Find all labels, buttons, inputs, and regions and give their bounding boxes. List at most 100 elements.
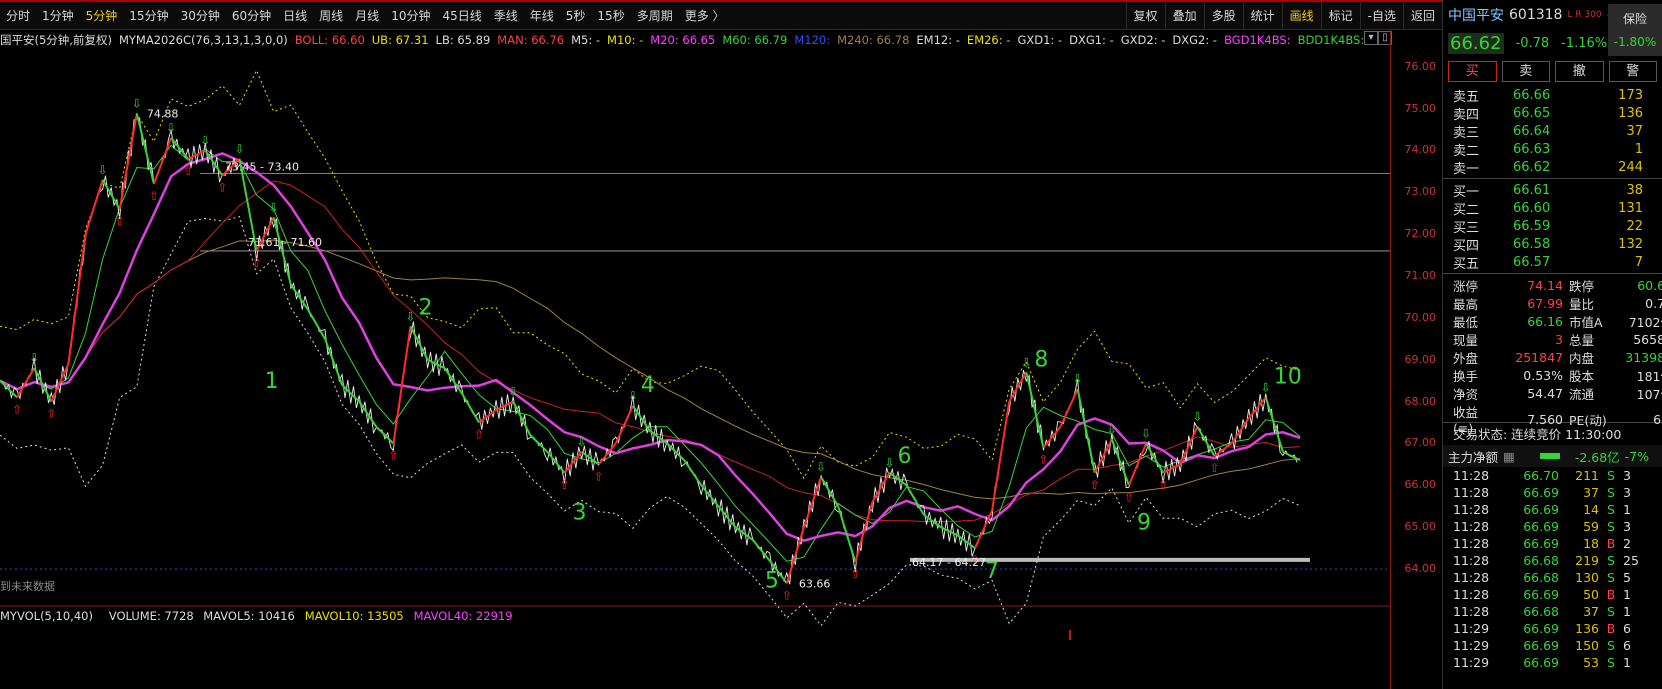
stock-tag: L R 300 — [1567, 10, 1602, 20]
sell-signal-icon: ⇩ — [166, 121, 176, 135]
tool-button[interactable]: 返回 — [1402, 1, 1442, 30]
period-tab[interactable]: 更多 〉 — [679, 2, 731, 30]
tick-row: 11:28 66.69 37 S 3 — [1443, 484, 1662, 501]
price-tick-label: 72.00 — [1404, 227, 1437, 241]
tool-button[interactable]: 画线 — [1281, 1, 1321, 30]
tool-button[interactable]: -自选 — [1359, 1, 1403, 30]
stat-label: 现量 — [1453, 333, 1479, 348]
candle-segment — [118, 113, 138, 210]
tool-button[interactable]: 统计 — [1242, 1, 1282, 30]
period-tab[interactable]: 10分钟 — [385, 2, 436, 30]
main-flow-header[interactable]: 主力净额 ▦ -2.68亿 -7% — [1443, 445, 1662, 467]
tick-count: 25 — [1623, 553, 1639, 568]
period-tab[interactable]: 5秒 — [560, 2, 592, 30]
tick-count: 6 — [1623, 621, 1631, 636]
tool-button[interactable]: 叠加 — [1164, 1, 1204, 30]
order-book-row: 买一 66.61 38 — [1443, 181, 1662, 200]
period-tab[interactable]: 年线 — [524, 2, 560, 30]
candle-segment — [512, 401, 532, 436]
trade-button[interactable]: 买 — [1448, 61, 1497, 82]
candle-segment — [375, 426, 395, 445]
main-flow-bar — [1539, 453, 1560, 459]
trade-button[interactable]: 警 — [1608, 61, 1657, 82]
tick-side: B — [1606, 536, 1616, 551]
order-book-row: 买三 66.59 22 — [1443, 217, 1662, 236]
quote-panel: 中国平安 601318 L R 300 ⊗ 保险 -1.80% 66.62 -0… — [1442, 0, 1662, 689]
sell-signal-icon: ⇩ — [1073, 372, 1083, 386]
tick-time: 11:28 — [1453, 587, 1490, 602]
tick-price: 66.69 — [1523, 485, 1559, 500]
volume-legend-item: VOLUME: 7728 — [109, 609, 194, 623]
volume-legend-item: MAVOL40: 22919 — [414, 609, 513, 623]
period-tab[interactable]: 30分钟 — [175, 2, 226, 30]
buy-signal-icon: ⇧ — [1038, 453, 1048, 467]
candle-segment — [700, 484, 720, 507]
stat-value: 54.47 — [1527, 386, 1563, 401]
sector-box[interactable]: 保险 -1.80% — [1608, 4, 1662, 56]
indicator-dropdown-icon[interactable]: ▾ — [1364, 31, 1378, 45]
sell-signal-icon: ⇩ — [98, 163, 108, 177]
book-label: 卖四 — [1453, 108, 1480, 123]
stat-row: 收益(≡)7.560PE(动)6.8 — [1443, 402, 1662, 436]
period-tab[interactable]: 日线 — [277, 2, 313, 30]
indicator-value: BGD1K4BS: — [1224, 33, 1291, 47]
trade-button[interactable]: 卖 — [1501, 61, 1550, 82]
period-tab[interactable]: 多周期 — [631, 2, 679, 30]
m240-line — [0, 239, 1301, 500]
candle-segment — [409, 325, 429, 361]
book-label: 买三 — [1453, 221, 1480, 236]
tick-side: S — [1607, 655, 1615, 670]
stat-label: 内盘 — [1569, 351, 1595, 366]
period-tab[interactable]: 5分钟 — [80, 2, 124, 30]
tick-price: 66.69 — [1523, 536, 1559, 551]
book-volume: 136 — [1618, 106, 1643, 121]
wave-number-label: 4 — [641, 373, 655, 398]
candle-segment — [683, 459, 703, 486]
price-axis: 76.00 75.00 74.00 73.00 72.00 71.00 70.00 69.00… — [1390, 30, 1442, 689]
tool-button[interactable]: 标记 — [1320, 1, 1360, 30]
stats-table: 涨停 74.14 跌停 60.66 最高 67.99 量比 0.74 最低 66.16 市值A 710… — [1443, 276, 1662, 436]
tick-side: S — [1607, 502, 1615, 517]
period-tab[interactable]: 45日线 — [436, 2, 487, 30]
tick-time: 11:29 — [1453, 621, 1490, 636]
tool-button[interactable]: 复权 — [1125, 1, 1165, 30]
period-tab[interactable]: 月线 — [349, 2, 385, 30]
tick-time: 11:28 — [1453, 570, 1490, 585]
book-label: 卖一 — [1453, 162, 1480, 177]
book-volume: 173 — [1618, 88, 1643, 103]
wave-number-label: 6 — [897, 444, 911, 469]
kline-chart[interactable]: ⇧ ⇩ ⇧ ⇩ ⇧ ⇩ ⇧ ⇩ ⇧ ⇩ ⇧ ⇩ ⇧ ⇩ ⇧ ⇩ ⇧ ⇩ ⇧ ⇩ ⇧ ⇩ ⇧ ⇩ ⇧ ⇩ ⇧ ⇩ ⇧ ⇩ ⇧ ⇩ ⇧ ⇩ ⇧ ⇩ ⇧ ⇩ 74… — [0, 50, 1390, 640]
book-price: 66.62 — [1513, 160, 1551, 175]
book-price: 66.60 — [1513, 201, 1551, 216]
period-tab[interactable]: 15秒 — [591, 2, 630, 30]
tool-button[interactable]: 多股 — [1203, 1, 1243, 30]
period-tab[interactable]: 分时 — [0, 2, 36, 30]
buy-signal-icon: ⇧ — [559, 478, 569, 492]
tick-volume: 50 — [1583, 587, 1599, 602]
tick-volume: 130 — [1575, 570, 1599, 585]
book-volume: 1 — [1634, 142, 1643, 157]
indicator-value: M240: 66.78 — [837, 33, 910, 47]
buy-signal-icon: ⇧ — [183, 164, 193, 178]
period-tab[interactable]: 周线 — [313, 2, 349, 30]
tick-volume: 59 — [1583, 519, 1599, 534]
period-tab[interactable]: 季线 — [488, 2, 524, 30]
period-tab[interactable]: 60分钟 — [226, 2, 277, 30]
price-chart-svg[interactable]: ⇧⇩⇧⇩⇧⇩⇧⇩⇧⇩⇧⇩⇧⇩⇧⇩⇧⇩⇧⇩⇧⇩⇧⇩⇧⇩⇧⇩⇧⇩⇧⇩⇧⇩⇧⇩⇧⇩74… — [0, 50, 1390, 640]
tick-row: 11:28 66.68 130 S 5 — [1443, 569, 1662, 586]
tick-count: 3 — [1623, 468, 1631, 483]
period-tab[interactable]: 1分钟 — [36, 2, 80, 30]
price-tick-label: 69.00 — [1404, 352, 1437, 366]
period-tab[interactable]: 15分钟 — [123, 2, 174, 30]
trade-status: 交易状态: 连续竞价 11:30:00 — [1453, 427, 1622, 442]
stat-label: 换手 — [1453, 369, 1479, 384]
trade-button[interactable]: 撤 — [1555, 61, 1604, 82]
tick-list[interactable]: 11:28 66.70 211 S 3 11:28 66.69 37 S 3 11:28 66.69 1… — [1443, 467, 1662, 671]
stat-label: 最高 — [1453, 297, 1479, 312]
stock-name[interactable]: 中国平安 — [1448, 5, 1504, 25]
sell-signal-icon: ⇩ — [1141, 426, 1151, 440]
tick-side: S — [1607, 553, 1615, 568]
book-price: 66.63 — [1513, 142, 1551, 157]
indicator-value: MYMA2026C(76,3,13,1,3,0,0) — [118, 33, 288, 47]
buy-signal-icon: ⇧ — [217, 181, 227, 195]
